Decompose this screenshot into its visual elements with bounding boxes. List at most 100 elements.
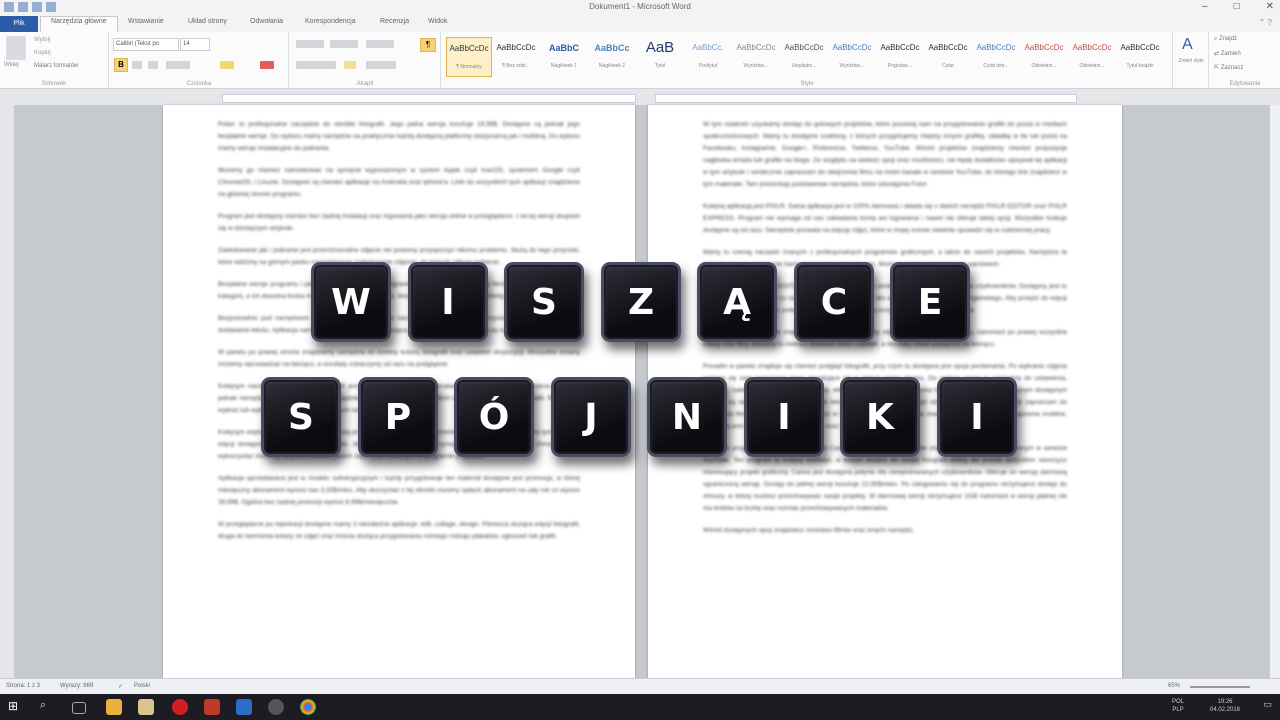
vertical-ruler[interactable] [0, 105, 14, 678]
style-name: ¶ Bez odst... [502, 63, 530, 69]
lang-top: POL [1171, 699, 1184, 705]
style-preview: AaBbCc [594, 43, 630, 53]
tab-file[interactable]: Plik [0, 16, 38, 32]
style-option[interactable]: AaBbCcDc Odwołani... [1070, 37, 1114, 75]
style-preview: AaBbCcDc [1120, 43, 1160, 52]
close-button[interactable]: ✕ [1266, 1, 1274, 12]
tab-mailings[interactable]: Korespondencja [305, 18, 356, 25]
style-option[interactable]: AaBbCcDc Wyróżnie... [734, 37, 778, 75]
tab-home[interactable]: Narzędzia główne [40, 16, 118, 33]
settings-app-icon[interactable] [268, 699, 284, 715]
zoom-level[interactable]: 65% [1168, 683, 1180, 689]
style-name: Odwołani... [1079, 63, 1105, 69]
ruler-left-page [222, 94, 636, 103]
tab-page-layout[interactable]: Układ strony [188, 18, 227, 25]
document-paragraph: W tym ostatnim uzyskamy dostęp do gotowy… [703, 121, 1067, 188]
page-count[interactable]: Strona: 1 z 3 [6, 683, 40, 689]
strikethrough-button[interactable] [166, 61, 190, 69]
replace-icon: ⇄ [1214, 51, 1221, 57]
input-language[interactable]: POL PLP [1172, 698, 1184, 714]
copy-button[interactable]: Kopiuj [34, 50, 51, 56]
chrome-icon[interactable] [300, 699, 316, 715]
keyboard-key: S [261, 377, 341, 457]
replace-button[interactable]: ⇄ Zamień [1214, 50, 1241, 57]
file-explorer-icon[interactable] [106, 699, 122, 715]
indent-button[interactable] [366, 40, 394, 48]
tab-references[interactable]: Odwołania [250, 18, 283, 25]
style-preview: AaBbCcDc [928, 43, 968, 52]
zoom-slider[interactable] [1190, 686, 1250, 688]
store-icon[interactable] [138, 699, 154, 715]
notification-icon[interactable]: ▭ [1263, 700, 1272, 709]
document-paragraph: Program jest dostępny również bez żadnej… [218, 213, 580, 232]
change-styles-icon[interactable]: A [1182, 36, 1193, 54]
format-painter-button[interactable]: Malarz formatów [34, 63, 78, 69]
styles-label: Style [800, 81, 814, 87]
maximize-button[interactable]: □ [1234, 1, 1240, 12]
show-formatting-button[interactable]: ¶ [420, 38, 436, 52]
change-styles-button[interactable]: Zmień style [1176, 58, 1206, 64]
highlight-button[interactable] [220, 61, 234, 69]
ribbon-tabs: Plik Narzędzia główne Wstawianie Układ s… [0, 16, 1280, 33]
paste-icon[interactable] [6, 36, 26, 60]
task-view-icon[interactable] [72, 702, 86, 714]
style-option[interactable]: AaB Tytuł [638, 37, 682, 75]
key-letter: P [384, 396, 412, 438]
select-button[interactable]: ⇱ Zaznacz [1214, 64, 1243, 71]
style-preview: AaBbCcDc [496, 43, 536, 52]
tab-view[interactable]: Widok [428, 18, 447, 25]
shading-button[interactable] [366, 61, 396, 69]
style-option[interactable]: AaBbCcDc Tytuł książki [1118, 37, 1162, 75]
keyboard-key: P [358, 377, 438, 457]
bullets-button[interactable] [296, 40, 324, 48]
word-count[interactable]: Wyrazy: 869 [60, 683, 93, 689]
keyboard-key: K [840, 377, 920, 457]
style-option[interactable]: AaBbC Nagłówek 1 [542, 37, 586, 75]
style-option[interactable]: AaBbCcDc Cytat inte... [974, 37, 1018, 75]
cut-button[interactable]: Wytnij [34, 37, 50, 43]
language-indicator[interactable]: Polski [134, 683, 150, 689]
word-taskbar-icon[interactable] [236, 699, 252, 715]
style-option[interactable]: AaBbCcDc Uwydatni... [782, 37, 826, 75]
font-color-button[interactable] [260, 61, 274, 69]
bold-button[interactable]: B [114, 58, 128, 72]
keyboard-key: Z [601, 262, 681, 342]
vertical-scrollbar[interactable] [1270, 105, 1280, 678]
help-icon[interactable]: ⌃ ? [1259, 18, 1272, 27]
tab-insert[interactable]: Wstawianie [128, 18, 164, 25]
paste-button[interactable]: Wklej [4, 62, 19, 68]
search-icon[interactable]: ⌕ [40, 699, 56, 715]
clock[interactable]: 19:26 04.02.2018 [1200, 698, 1250, 714]
style-preview: AaBbCc. [692, 43, 724, 52]
align-buttons[interactable] [296, 61, 336, 69]
font-name-select[interactable]: Calibri (Tekst po [113, 38, 179, 51]
italic-button[interactable] [132, 61, 142, 69]
key-letter: C [820, 281, 848, 323]
key-letter: Ó [478, 396, 510, 438]
style-name: Wyróżnie... [839, 63, 865, 69]
style-option[interactable]: AaBbCc Nagłówek 2 [590, 37, 634, 75]
replace-label: Zamień [1220, 51, 1241, 57]
style-option[interactable]: AaBbCcDc Pogrubie... [878, 37, 922, 75]
proofing-icon[interactable]: ✓ [118, 683, 123, 690]
style-option[interactable]: AaBbCcDc Odwołani... [1022, 37, 1066, 75]
style-option[interactable]: AaBbCcDc ¶ Normalny [446, 37, 492, 77]
justify-button[interactable] [344, 61, 356, 69]
style-name: Tytuł książki [1126, 63, 1154, 69]
underline-button[interactable] [148, 61, 158, 69]
select-icon: ⇱ [1214, 65, 1221, 71]
style-option[interactable]: AaBbCcDc Cytat [926, 37, 970, 75]
numbering-button[interactable] [330, 40, 358, 48]
minimize-button[interactable]: – [1202, 1, 1208, 12]
horizontal-ruler[interactable] [0, 89, 1280, 105]
app-icon-red[interactable] [204, 699, 220, 715]
opera-icon[interactable] [172, 699, 188, 715]
key-letter: N [671, 396, 703, 438]
style-option[interactable]: AaBbCc. Podtytuł [686, 37, 730, 75]
find-button[interactable]: ⌕ Znajdź [1214, 36, 1237, 43]
font-size-select[interactable]: 14 [180, 38, 210, 51]
tab-review[interactable]: Recenzja [380, 18, 409, 25]
start-icon[interactable]: ⊞ [8, 699, 24, 715]
style-option[interactable]: AaBbCcDc ¶ Bez odst... [494, 37, 538, 75]
style-option[interactable]: AaBbCcDc Wyróżnie... [830, 37, 874, 75]
